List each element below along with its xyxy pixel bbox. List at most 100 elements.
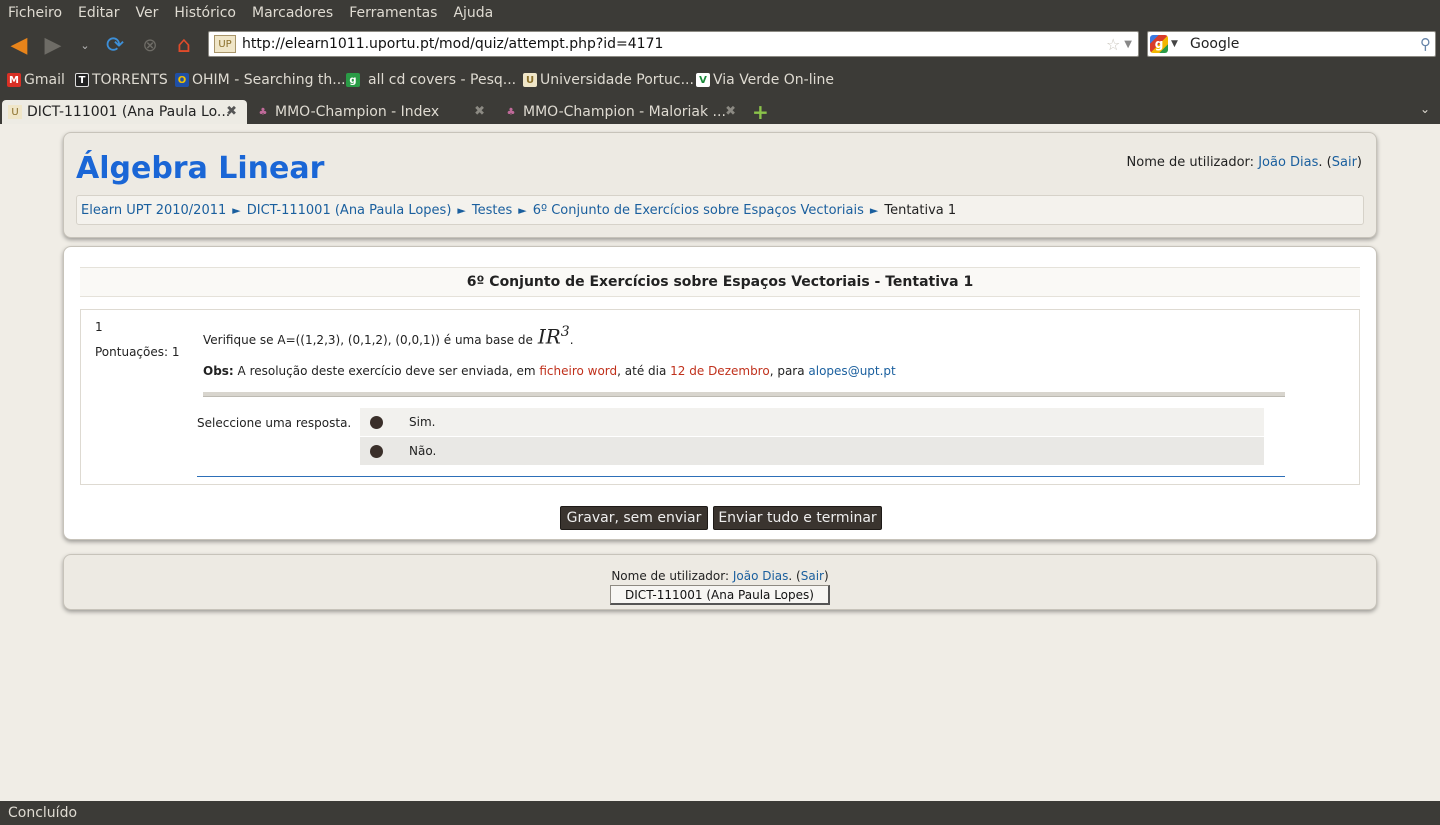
forward-icon[interactable]: ▶	[40, 32, 66, 58]
home-icon[interactable]: ⌂	[171, 32, 197, 58]
gmail-icon: M	[7, 73, 21, 87]
status-text: Concluído	[8, 805, 78, 821]
login-label: Nome de utilizador:	[611, 569, 733, 583]
logout-link[interactable]: Sair	[1332, 155, 1357, 170]
answer-option-nao[interactable]: Não.	[360, 437, 1264, 465]
question-block: 1 Pontuações: 1 Verifique se A=((1,2,3),…	[80, 309, 1360, 485]
punctuation: )	[823, 569, 829, 583]
breadcrumb-course[interactable]: DICT-111001 (Ana Paula Lopes)	[247, 203, 452, 218]
bookmark-label: OHIM - Searching th...	[192, 72, 346, 88]
bookmark-label: Universidade Portuc...	[540, 72, 694, 88]
bookmark-label: Gmail	[24, 72, 65, 88]
radio-button[interactable]	[370, 415, 383, 429]
quiz-title: 6º Conjunto de Exercícios sobre Espaços …	[80, 267, 1360, 297]
menu-editar[interactable]: Editar	[78, 5, 119, 21]
breadcrumb-quiz[interactable]: 6º Conjunto de Exercícios sobre Espaços …	[533, 203, 864, 218]
bookmark-cd-covers[interactable]: g all cd covers - Pesq...	[346, 72, 516, 88]
breadcrumb-separator-icon: ►	[869, 203, 879, 217]
bookmark-label: TORRENTS	[92, 72, 168, 88]
torrents-icon: T	[75, 73, 89, 87]
reload-icon[interactable]: ⟳	[102, 32, 128, 58]
breadcrumb-separator-icon: ►	[518, 203, 527, 217]
bookmark-via-verde[interactable]: V Via Verde On-line	[696, 72, 834, 88]
menu-bar: Ficheiro Editar Ver Histórico Marcadores…	[0, 0, 1440, 26]
logout-link[interactable]: Sair	[801, 569, 824, 583]
user-name-link[interactable]: João Dias	[733, 569, 789, 583]
answer-option-sim[interactable]: Sim.	[360, 408, 1264, 436]
close-icon[interactable]: ✖	[226, 104, 237, 119]
bookmarks-toolbar: M Gmail T TORRENTS O OHIM - Searching th…	[0, 64, 1440, 98]
new-tab-plus-icon[interactable]: +	[752, 100, 769, 124]
stop-icon[interactable]: ⊗	[137, 32, 163, 58]
close-icon[interactable]: ✖	[474, 104, 485, 119]
google-icon: g	[1150, 35, 1168, 53]
tab-mmo-maloriak[interactable]: ♣ MMO-Champion - Maloriak ... ✖	[498, 100, 746, 124]
question-divider	[203, 392, 1285, 397]
question-bottom-line	[197, 476, 1285, 477]
bookmark-star-icon[interactable]: ☆	[1106, 35, 1120, 54]
bookmark-universidade[interactable]: U Universidade Portuc...	[523, 72, 694, 88]
close-icon[interactable]: ✖	[725, 104, 736, 119]
url-dropdown-icon[interactable]: ▼	[1124, 39, 1132, 50]
course-home-button[interactable]: DICT-111001 (Ana Paula Lopes)	[610, 585, 830, 605]
menu-ver[interactable]: Ver	[135, 5, 158, 21]
site-favicon-icon: UP	[214, 35, 236, 53]
url-bar[interactable]: UP http://elearn1011.uportu.pt/mod/quiz/…	[208, 31, 1139, 57]
breadcrumb: Elearn UPT 2010/2011 ► DICT-111001 (Ana …	[76, 195, 1364, 225]
back-icon[interactable]: ◀	[6, 32, 32, 58]
question-note: Obs: A resolução deste exercício deve se…	[203, 364, 896, 378]
ohim-icon: O	[175, 73, 189, 87]
bookmark-torrents[interactable]: T TORRENTS	[75, 72, 168, 88]
answer-label: Sim.	[409, 415, 436, 429]
breadcrumb-tests[interactable]: Testes	[472, 203, 512, 218]
menu-historico[interactable]: Histórico	[174, 5, 236, 21]
history-dropdown-icon[interactable]: ⌄	[72, 32, 98, 58]
search-engine-selector[interactable]: g ▼	[1150, 33, 1186, 55]
answer-prompt: Seleccione uma resposta.	[197, 416, 352, 430]
search-bar[interactable]: g ▼ Google ⚲	[1147, 31, 1436, 57]
note-highlight: 12 de Dezembro	[670, 364, 770, 378]
breadcrumb-elearn[interactable]: Elearn UPT 2010/2011	[81, 203, 226, 218]
page-header: Álgebra Linear Nome de utilizador: João …	[63, 132, 1377, 238]
footer-login-info: Nome de utilizador: João Dias. (Sair)	[64, 569, 1376, 583]
via-verde-icon: V	[696, 73, 710, 87]
breadcrumb-separator-icon: ►	[232, 203, 241, 217]
search-icon[interactable]: ⚲	[1420, 35, 1431, 53]
menu-ajuda[interactable]: Ajuda	[453, 5, 493, 21]
radio-button[interactable]	[370, 444, 383, 458]
mmo-champion-icon: ♣	[258, 106, 268, 118]
tab-label: DICT-111001 (Ana Paula Lo...	[27, 104, 231, 120]
bookmark-label: Via Verde On-line	[713, 72, 834, 88]
punctuation: .	[569, 332, 574, 347]
breadcrumb-current: Tentativa 1	[884, 202, 957, 218]
url-text[interactable]: http://elearn1011.uportu.pt/mod/quiz/att…	[242, 36, 1106, 52]
user-name-link[interactable]: João Dias	[1258, 155, 1318, 170]
question-number: 1	[95, 320, 103, 334]
submit-all-button[interactable]: Enviar tudo e terminar	[713, 506, 882, 530]
navigation-toolbar: ◀ ▶ ⌄ ⟳ ⊗ ⌂ UP http://elearn1011.uportu.…	[0, 26, 1440, 64]
status-bar: Concluído	[0, 801, 1440, 825]
tab-dict[interactable]: U DICT-111001 (Ana Paula Lo... ✖	[2, 100, 247, 124]
question-statement: Verifique se A=((1,2,3), (0,1,2), (0,0,1…	[203, 332, 533, 347]
menu-marcadores[interactable]: Marcadores	[252, 5, 333, 21]
question-score: Pontuações: 1	[95, 345, 180, 359]
tab-list-chevron-icon[interactable]: ⌄	[1420, 102, 1430, 116]
question-text: Verifique se A=((1,2,3), (0,1,2), (0,0,1…	[203, 324, 574, 349]
menu-ficheiro[interactable]: Ficheiro	[8, 5, 62, 21]
punctuation: )	[1356, 155, 1362, 170]
bookmark-ohim[interactable]: O OHIM - Searching th...	[175, 72, 346, 88]
math-base: IR	[537, 324, 561, 349]
math-exponent: 3	[560, 324, 570, 340]
bookmark-label: all cd covers - Pesq...	[368, 72, 517, 88]
answer-list: Sim. Não.	[360, 408, 1264, 465]
engine-dropdown-icon: ▼	[1171, 39, 1178, 49]
note-text: A resolução deste exercício deve ser env…	[233, 364, 540, 378]
bookmark-gmail[interactable]: M Gmail	[7, 72, 65, 88]
save-without-submit-button[interactable]: Gravar, sem enviar	[560, 506, 708, 530]
login-info: Nome de utilizador: João Dias. (Sair)	[1127, 155, 1362, 170]
tab-mmo-index[interactable]: ♣ MMO-Champion - Index ✖	[250, 100, 495, 124]
menu-ferramentas[interactable]: Ferramentas	[349, 5, 437, 21]
punctuation: . (	[1318, 155, 1332, 170]
email-link[interactable]: alopes@upt.pt	[808, 364, 895, 378]
search-input[interactable]: Google	[1190, 36, 1420, 52]
